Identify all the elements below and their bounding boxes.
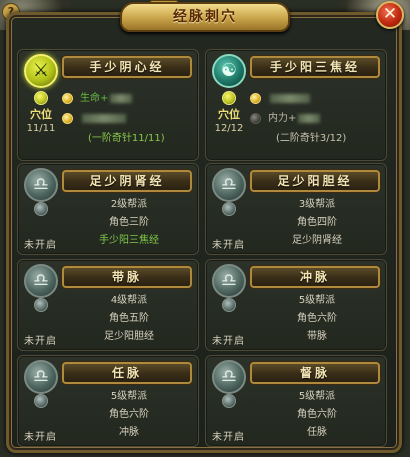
status-dot-icon	[62, 113, 73, 124]
meridian-name: 冲脉	[299, 270, 330, 284]
yin-yang-icon: ☯	[212, 54, 246, 88]
stat-label: 内力+	[268, 113, 297, 124]
meridian-name: 任脉	[111, 366, 142, 380]
acupoint-count: 11/11	[26, 123, 56, 134]
bead-icon	[34, 298, 48, 312]
meridian-card-dai[interactable]: ♎ 带脉 4级帮派 角色五阶 足少阳胆经 未开启	[17, 259, 199, 351]
req-previous-meridian: 冲脉	[119, 427, 139, 438]
stat-text	[80, 112, 126, 126]
stat-row	[250, 92, 384, 106]
acupoint-badge: 穴位 12/12	[210, 108, 248, 136]
bead-icon	[222, 394, 236, 408]
meridian-name: 带脉	[111, 270, 142, 284]
stat-text: 生命+	[80, 92, 133, 106]
meridian-name: 足少阳胆经	[277, 174, 353, 188]
req-character-tier: 角色五阶	[109, 313, 149, 324]
req-previous-meridian: 手少阳三焦经	[99, 235, 159, 246]
meridian-card-shaoyin-heart[interactable]: ⚔ 手少阴心经 穴位 11/11 生命+ (一阶奇针11/11)	[17, 49, 199, 161]
meridian-card-shaoyang-gallbladder[interactable]: ♎ 足少阳胆经 3级帮派 角色四阶 足少阴肾经 未开启	[205, 163, 387, 255]
status-dot-icon	[62, 93, 73, 104]
req-guild-level: 3级帮派	[298, 199, 336, 210]
bead-icon	[222, 298, 236, 312]
req-guild-level: 4级帮派	[110, 295, 148, 306]
stat-row-2: 内力+	[250, 112, 384, 126]
stat-label: 生命+	[80, 93, 109, 104]
req-character-tier: 角色六阶	[109, 409, 149, 420]
meridian-card-shaoyang-sanjiao[interactable]: ☯ 手少阳三焦经 穴位 12/12 内力+ (二阶奇针3/12)	[205, 49, 387, 161]
meridian-title-plate: 督脉	[250, 362, 380, 384]
status-not-opened: 未开启	[24, 240, 57, 251]
meridian-title-plate: 足少阴肾经	[62, 170, 192, 192]
acupoint-label: 穴位	[218, 108, 240, 121]
window-title-bar: 经脉刺穴	[120, 2, 290, 32]
meridian-title-plate: 手少阴心经	[62, 56, 192, 78]
meridian-title-plate: 足少阳胆经	[250, 170, 380, 192]
status-dot-icon	[250, 113, 261, 124]
bead-icon	[34, 202, 48, 216]
needle-progress: (一阶奇针11/11)	[88, 133, 165, 144]
lock-icon: ♎	[212, 264, 246, 298]
meridian-name: 足少阴肾经	[89, 174, 165, 188]
meridian-card-shaoyin-kidney[interactable]: ♎ 足少阴肾经 2级帮派 角色三阶 手少阳三焦经 未开启	[17, 163, 199, 255]
stat-row-2	[62, 112, 196, 126]
acupoint-label: 穴位	[30, 108, 52, 121]
req-character-tier: 角色六阶	[297, 409, 337, 420]
meridian-name: 手少阳三焦经	[269, 60, 360, 74]
status-not-opened: 未开启	[212, 240, 245, 251]
req-previous-meridian: 任脉	[307, 427, 327, 438]
acupoint-count: 12/12	[214, 123, 244, 134]
hidden-value	[110, 93, 133, 103]
close-button[interactable]: ✕	[376, 1, 404, 29]
status-not-opened: 未开启	[24, 432, 57, 443]
req-character-tier: 角色三阶	[109, 217, 149, 228]
req-previous-meridian: 带脉	[307, 331, 327, 342]
lock-icon: ♎	[24, 360, 58, 394]
meridian-title-plate: 带脉	[62, 266, 192, 288]
bead-icon	[222, 202, 236, 216]
meridian-name: 督脉	[299, 366, 330, 380]
meridian-window: ⚔ 手少阴心经 穴位 11/11 生命+ (一阶奇针11/11) ☯ 手少阳三焦…	[6, 12, 402, 453]
bead-icon	[222, 91, 236, 105]
meridian-title-plate: 手少阳三焦经	[250, 56, 380, 78]
meridian-title-plate: 冲脉	[250, 266, 380, 288]
req-guild-level: 5级帮派	[298, 295, 336, 306]
status-dot-icon	[250, 93, 261, 104]
req-guild-level: 5级帮派	[110, 391, 148, 402]
hidden-value	[298, 113, 321, 123]
window-title: 经脉刺穴	[173, 9, 237, 25]
status-not-opened: 未开启	[212, 336, 245, 347]
meridian-card-chong[interactable]: ♎ 冲脉 5级帮派 角色六阶 带脉 未开启	[205, 259, 387, 351]
bead-icon	[34, 394, 48, 408]
meridian-name: 手少阴心经	[89, 60, 165, 74]
bead-icon	[34, 91, 48, 105]
req-guild-level: 2级帮派	[110, 199, 148, 210]
sword-icon: ⚔	[24, 54, 58, 88]
lock-icon: ♎	[212, 360, 246, 394]
hidden-value	[270, 93, 310, 103]
lock-icon: ♎	[24, 168, 58, 202]
req-previous-meridian: 足少阴肾经	[292, 235, 342, 246]
hidden-value	[82, 113, 126, 123]
req-character-tier: 角色四阶	[297, 217, 337, 228]
stat-text	[268, 92, 310, 106]
meridian-card-ren[interactable]: ♎ 任脉 5级帮派 角色六阶 冲脉 未开启	[17, 355, 199, 447]
meridian-card-du[interactable]: ♎ 督脉 5级帮派 角色六阶 任脉 未开启	[205, 355, 387, 447]
req-guild-level: 5级帮派	[298, 391, 336, 402]
req-previous-meridian: 足少阳胆经	[104, 331, 154, 342]
lock-icon: ♎	[212, 168, 246, 202]
status-not-opened: 未开启	[212, 432, 245, 443]
stat-text: 内力+	[268, 112, 321, 126]
lock-icon: ♎	[24, 264, 58, 298]
needle-progress: (二阶奇针3/12)	[276, 133, 347, 144]
meridian-title-plate: 任脉	[62, 362, 192, 384]
acupoint-badge: 穴位 11/11	[22, 108, 60, 136]
status-not-opened: 未开启	[24, 336, 57, 347]
req-character-tier: 角色六阶	[297, 313, 337, 324]
stat-row: 生命+	[62, 92, 196, 106]
